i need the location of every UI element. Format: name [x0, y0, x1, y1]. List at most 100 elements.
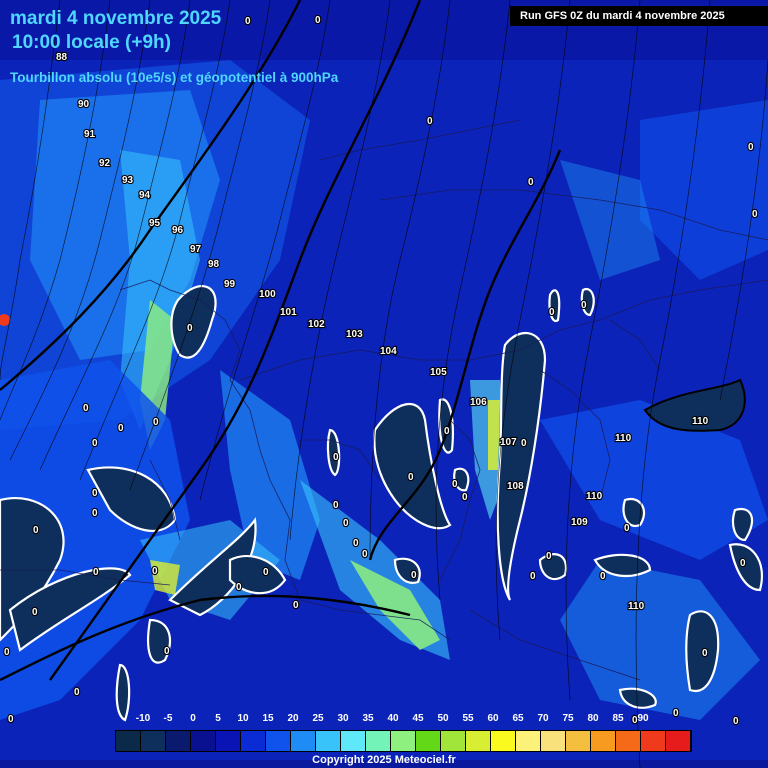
vorticity-shading: [0, 0, 768, 760]
scale-swatch: [566, 731, 591, 751]
scale-swatch: [616, 731, 641, 751]
isoline-label: 101: [280, 307, 297, 318]
svg-text:0: 0: [528, 177, 534, 188]
weather-map: { "header": { "date_line": "mardi 4 nove…: [0, 0, 768, 768]
scale-swatch: [141, 731, 166, 751]
isoline-label: 104: [380, 346, 397, 357]
svg-text:0: 0: [452, 479, 458, 490]
svg-text:0: 0: [236, 582, 242, 593]
scale-label: 50: [437, 713, 449, 724]
svg-text:0: 0: [581, 300, 587, 311]
svg-text:0: 0: [411, 570, 417, 581]
scale-swatch: [416, 731, 441, 751]
isoline-label: 95: [149, 218, 161, 229]
scale-swatch: [266, 731, 291, 751]
scale-label: 60: [487, 713, 499, 724]
scale-swatch: [241, 731, 266, 751]
isoline-label: 103: [346, 329, 363, 340]
svg-text:0: 0: [92, 438, 98, 449]
svg-text:0: 0: [187, 323, 193, 334]
isoline-label: 110: [586, 491, 603, 502]
svg-text:0: 0: [92, 488, 98, 499]
isoline-label: 110: [615, 433, 632, 444]
svg-text:0: 0: [315, 15, 321, 26]
isoline-label: 110: [628, 601, 645, 612]
svg-text:0: 0: [408, 472, 414, 483]
scale-swatch: [391, 731, 416, 751]
svg-text:0: 0: [673, 708, 679, 719]
svg-text:0: 0: [83, 403, 89, 414]
svg-text:0: 0: [444, 426, 450, 437]
scale-label: -5: [163, 713, 173, 724]
parameter-title: Tourbillon absolu (10e5/s) et géopotenti…: [10, 70, 339, 85]
scale-label: 70: [537, 713, 549, 724]
scale-swatch: [466, 731, 491, 751]
svg-text:0: 0: [702, 648, 708, 659]
scale-swatch: [491, 731, 516, 751]
scale-label: 30: [337, 713, 349, 724]
svg-text:0: 0: [748, 142, 754, 153]
svg-text:0: 0: [733, 716, 739, 727]
svg-text:0: 0: [343, 518, 349, 529]
forecast-date: mardi 4 novembre 2025: [10, 8, 222, 29]
scale-label: 55: [462, 713, 474, 724]
svg-text:0: 0: [546, 551, 552, 562]
svg-text:0: 0: [624, 523, 630, 534]
svg-text:0: 0: [263, 567, 269, 578]
svg-text:0: 0: [92, 508, 98, 519]
svg-text:0: 0: [333, 452, 339, 463]
scale-swatch: [366, 731, 391, 751]
scale-label: 35: [362, 713, 374, 724]
scale-swatch: [516, 731, 541, 751]
copyright: Copyright 2025 Meteociel.fr: [312, 754, 456, 766]
svg-text:0: 0: [8, 714, 14, 725]
scale-label: -10: [135, 713, 151, 724]
svg-text:0: 0: [164, 646, 170, 657]
scale-swatch: [316, 731, 341, 751]
scale-label: 90: [637, 713, 649, 724]
scale-swatch: [641, 731, 666, 751]
isoline-label: 92: [99, 158, 111, 169]
isoline-label: 94: [139, 190, 151, 201]
svg-text:0: 0: [153, 417, 159, 428]
svg-text:0: 0: [740, 558, 746, 569]
isoline-label: 107: [500, 437, 517, 448]
isoline-label: 98: [208, 259, 220, 270]
scale-label: 15: [262, 713, 274, 724]
svg-text:0: 0: [549, 307, 555, 318]
scale-label: 40: [387, 713, 399, 724]
svg-text:0: 0: [752, 209, 758, 220]
run-info: Run GFS 0Z du mardi 4 novembre 2025: [510, 6, 768, 26]
svg-text:0: 0: [521, 438, 527, 449]
svg-text:0: 0: [353, 538, 359, 549]
color-scale-labels: -10 -5 0 5 10 15 20 25 30 35 40 45 50 55 60 65 70 75 80 85 9…: [118, 713, 649, 727]
isoline-label: 109: [571, 517, 588, 528]
svg-text:0: 0: [462, 492, 468, 503]
svg-text:0: 0: [362, 549, 368, 560]
scale-swatch: [191, 731, 216, 751]
svg-text:0: 0: [32, 607, 38, 618]
scale-label: 10: [237, 713, 249, 724]
isoline-label: 110: [692, 416, 709, 427]
svg-text:0: 0: [33, 525, 39, 536]
scale-swatch: [591, 731, 616, 751]
svg-text:0: 0: [530, 571, 536, 582]
scale-swatch: [441, 731, 466, 751]
scale-label: 5: [215, 713, 221, 724]
scale-label: 80: [587, 713, 599, 724]
scale-swatch: [341, 731, 366, 751]
scale-swatch: [216, 731, 241, 751]
isoline-label: 102: [308, 319, 325, 330]
isoline-label: 108: [507, 481, 524, 492]
isoline-label: 97: [190, 244, 202, 255]
svg-text:0: 0: [4, 647, 10, 658]
isoline-label: 90: [78, 99, 90, 110]
scale-label: 0: [190, 713, 196, 724]
scale-swatch: [116, 731, 141, 751]
svg-text:0: 0: [74, 687, 80, 698]
isoline-label: 93: [122, 175, 134, 186]
svg-text:0: 0: [293, 600, 299, 611]
svg-text:0: 0: [245, 16, 251, 27]
scale-swatch: [166, 731, 191, 751]
scale-swatch: [291, 731, 316, 751]
